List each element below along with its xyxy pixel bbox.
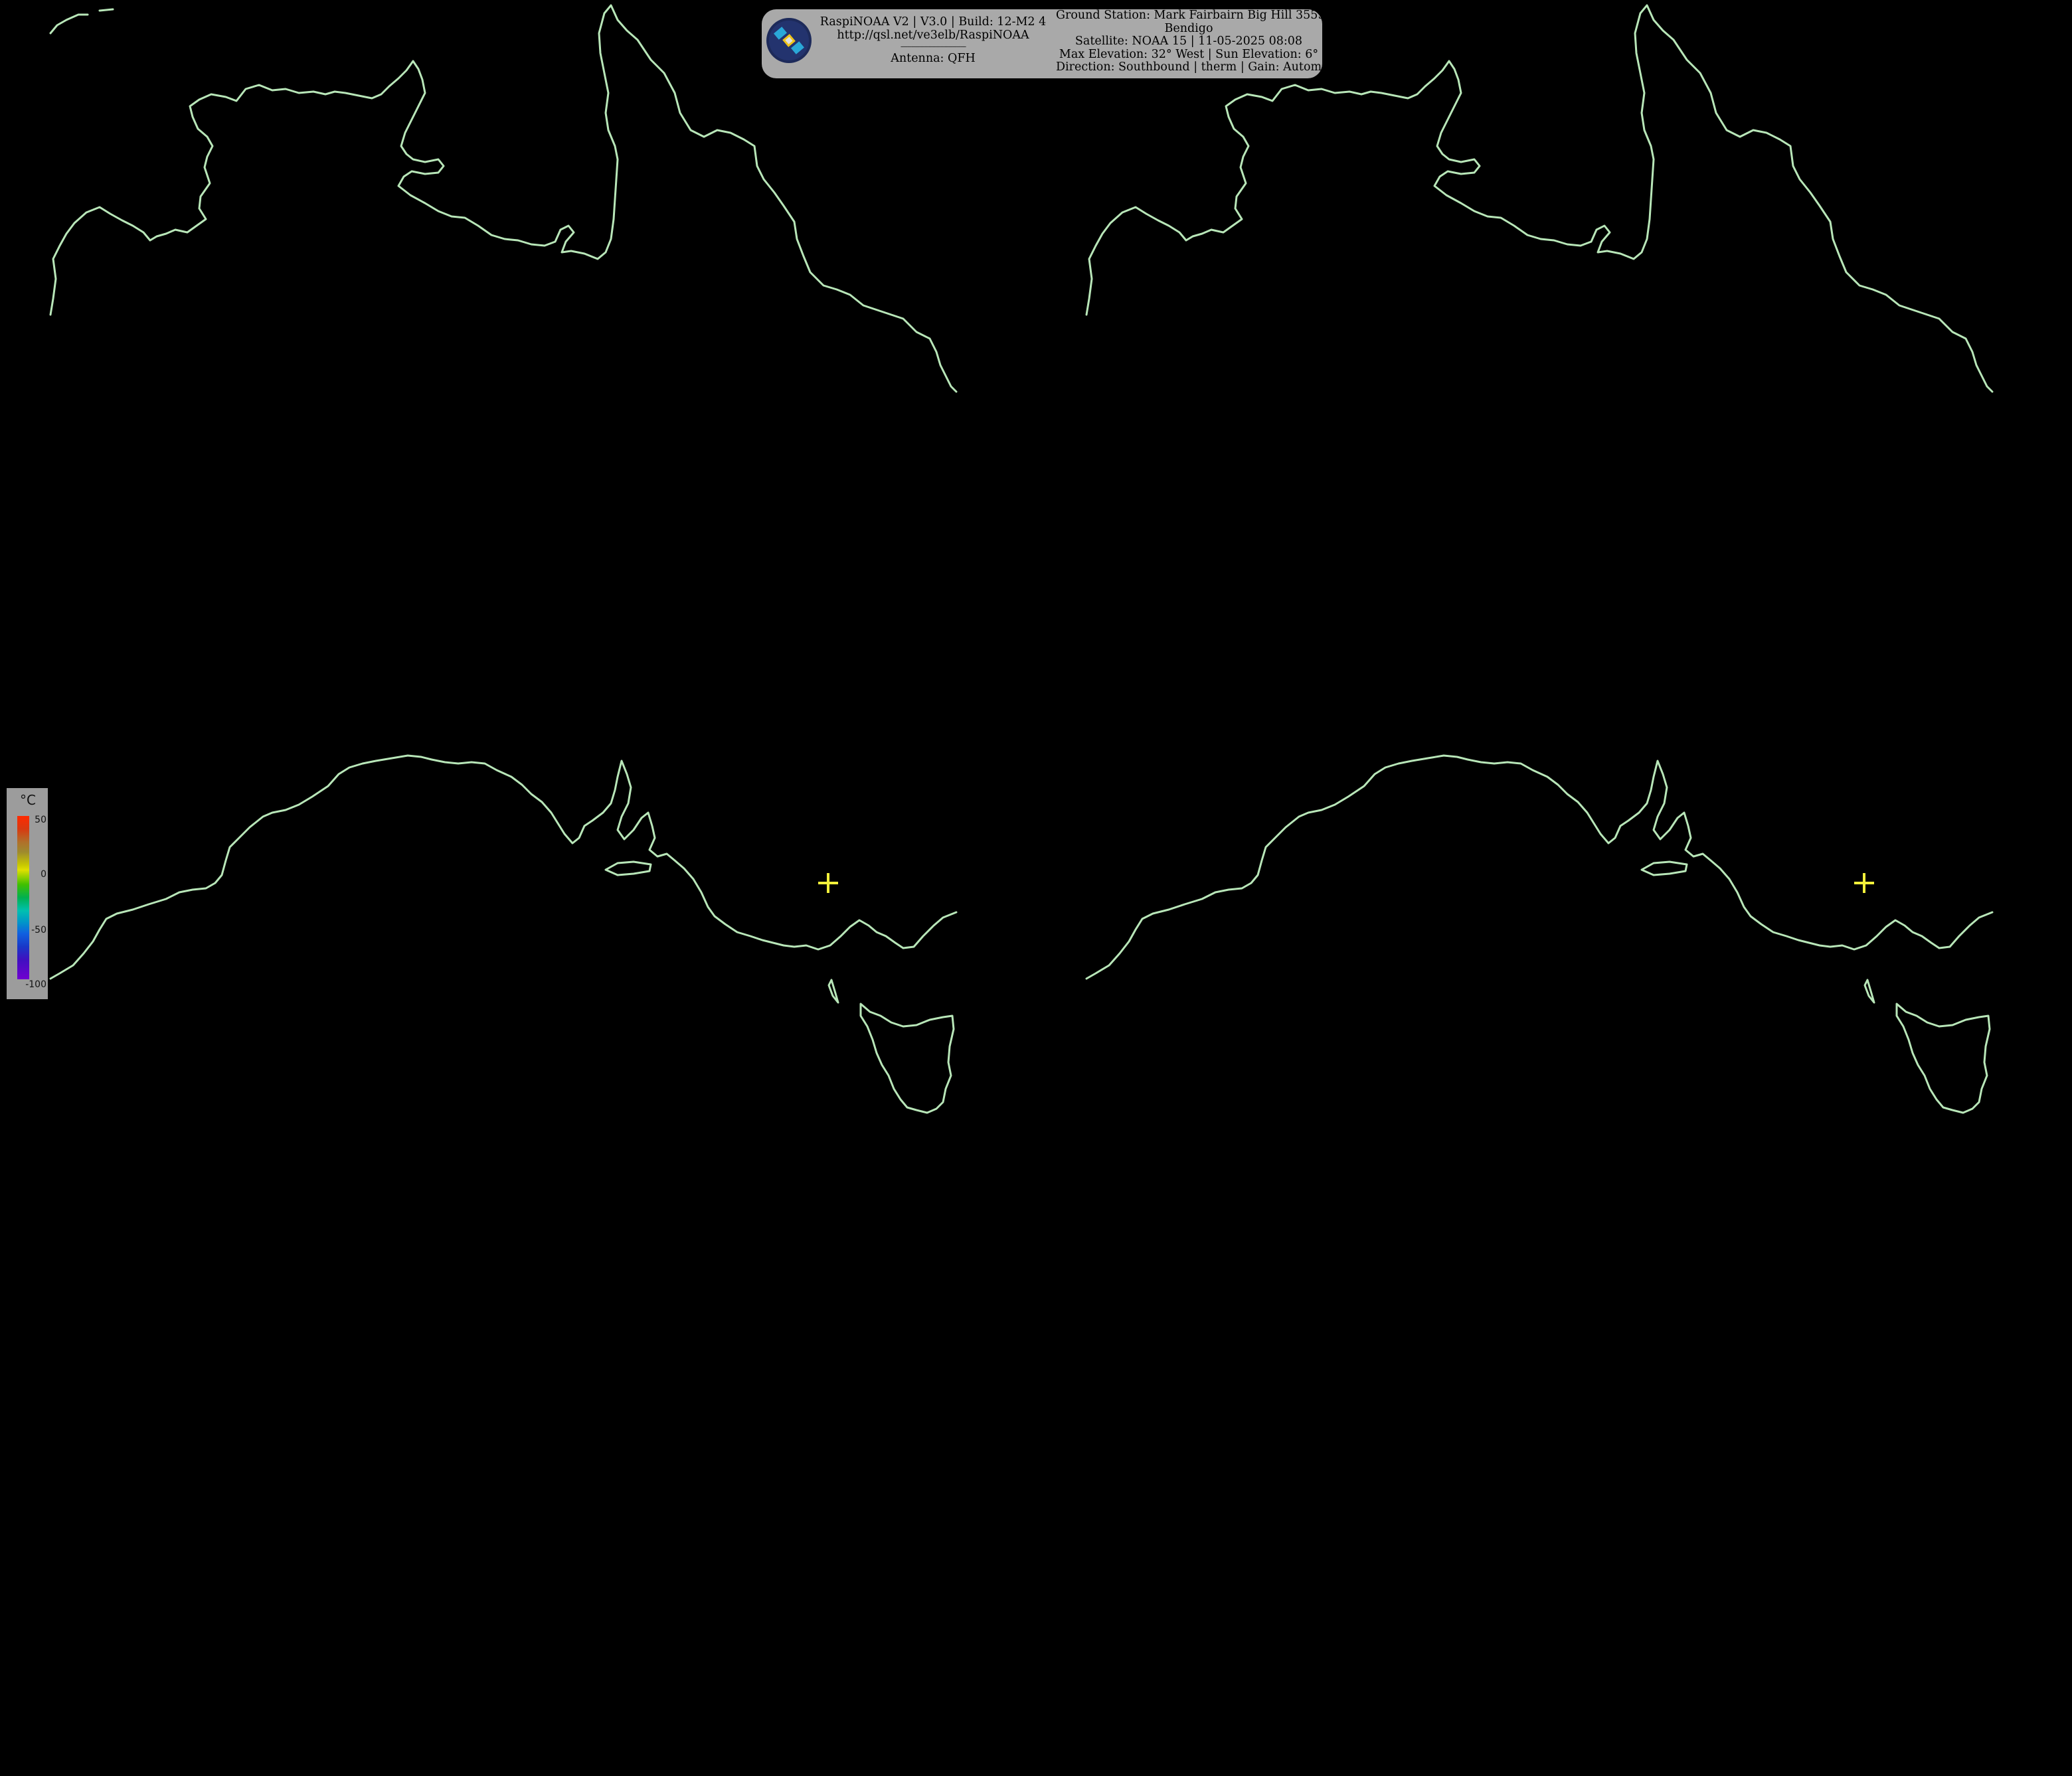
- coastline-south-left: [49, 754, 958, 980]
- legend-tick-50: 50: [35, 815, 46, 825]
- coastline-south-right: [1085, 754, 1994, 980]
- coastline-tasmania-north-left: [49, 8, 114, 35]
- coastline-tasmania-right: [1895, 1003, 1991, 1114]
- map-canvas: [49, 4, 1994, 1114]
- temperature-legend: °C 50 0 -50 -100: [7, 788, 48, 999]
- banner-url-line[interactable]: http://qsl.net/ve3elb/RaspiNOAA: [814, 29, 1053, 42]
- banner-right-column: Ground Station: Mark Fairbairn Big Hill …: [1056, 9, 1343, 74]
- map-panel-right: [1085, 4, 1994, 1114]
- coastline-king-island-right: [1863, 979, 1875, 1004]
- banner-left-column: RaspiNOAA V2 | V3.0 | Build: 12-M2 4 htt…: [814, 15, 1053, 66]
- banner-antenna-line: Antenna: QFH: [891, 52, 976, 65]
- legend-tick-0: 0: [41, 869, 46, 880]
- crosshair-icon-left: [818, 873, 838, 893]
- legend-color-bar: [17, 816, 29, 979]
- banner-elevation-line: Max Elevation: 32° West | Sun Elevation:…: [1059, 47, 1319, 61]
- banner-version-line: RaspiNOAA V2 | V3.0 | Build: 12-M2 4: [820, 15, 1047, 29]
- coastline-tasmania-left: [859, 1003, 955, 1114]
- banner-ground-station-line: Ground Station: Mark Fairbairn Big Hill …: [1056, 9, 1330, 22]
- coastline-island-left: [604, 860, 652, 876]
- map-panel-left: [49, 4, 958, 1114]
- crosshair-icon-right: [1854, 873, 1874, 893]
- banner-satellite-line: Satellite: NOAA 15 | 11-05-2025 08:08: [1075, 35, 1303, 48]
- satellite-icon: [766, 18, 812, 63]
- banner-separator: ----------------------------------------…: [901, 44, 966, 50]
- legend-tick-minus-100: -100: [25, 979, 46, 990]
- coastline-island-right: [1640, 860, 1688, 876]
- legend-unit: °C: [20, 792, 36, 808]
- coastline-king-island-left: [827, 979, 839, 1004]
- legend-tick-minus-50: -50: [31, 925, 46, 935]
- banner-location-line: Bendigo: [1164, 21, 1213, 35]
- banner-direction-line: Direction: Southbound | therm | Gain: Au…: [1056, 60, 1343, 74]
